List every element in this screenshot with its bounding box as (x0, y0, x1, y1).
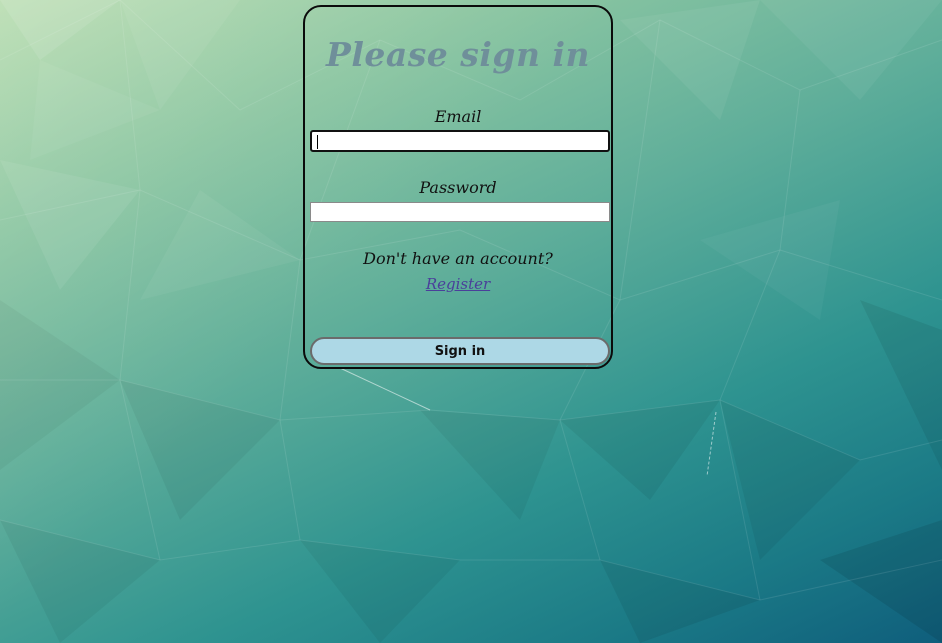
password-field[interactable] (310, 202, 610, 222)
register-link[interactable]: Register (305, 275, 611, 293)
register-prompt: Don't have an account? (363, 249, 553, 268)
text-caret (317, 135, 318, 149)
sign-in-button[interactable]: Sign in (310, 337, 610, 365)
page-title: Please sign in (326, 35, 590, 74)
password-label: Password (419, 178, 497, 197)
email-label: Email (434, 107, 482, 126)
email-field[interactable] (310, 130, 610, 152)
sign-in-card: Please sign in Email Password Don't have… (303, 5, 613, 369)
